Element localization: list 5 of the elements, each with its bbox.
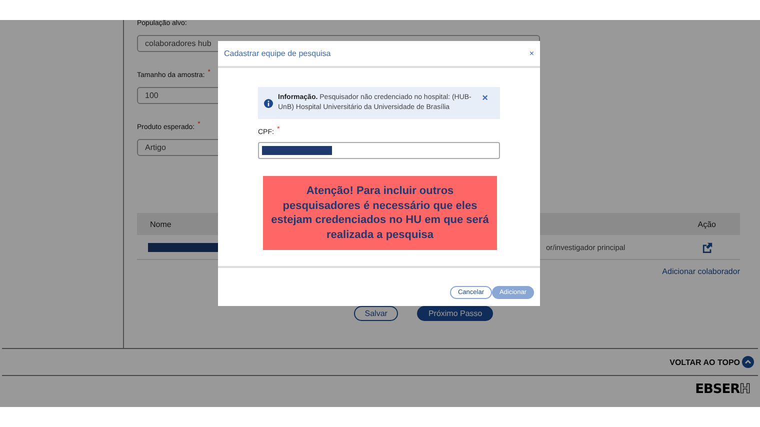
warning-banner: Atenção! Para incluir outros pesquisadores é necessário que eles estejam credenciados no HU em que será realizada a pesquisa	[263, 176, 497, 250]
logo: EBSERH	[695, 382, 750, 397]
column-header: Nome	[150, 220, 172, 228]
column-header: Ação	[698, 220, 716, 228]
modal-title: Cadastrar equipe de pesquisa	[224, 49, 331, 58]
